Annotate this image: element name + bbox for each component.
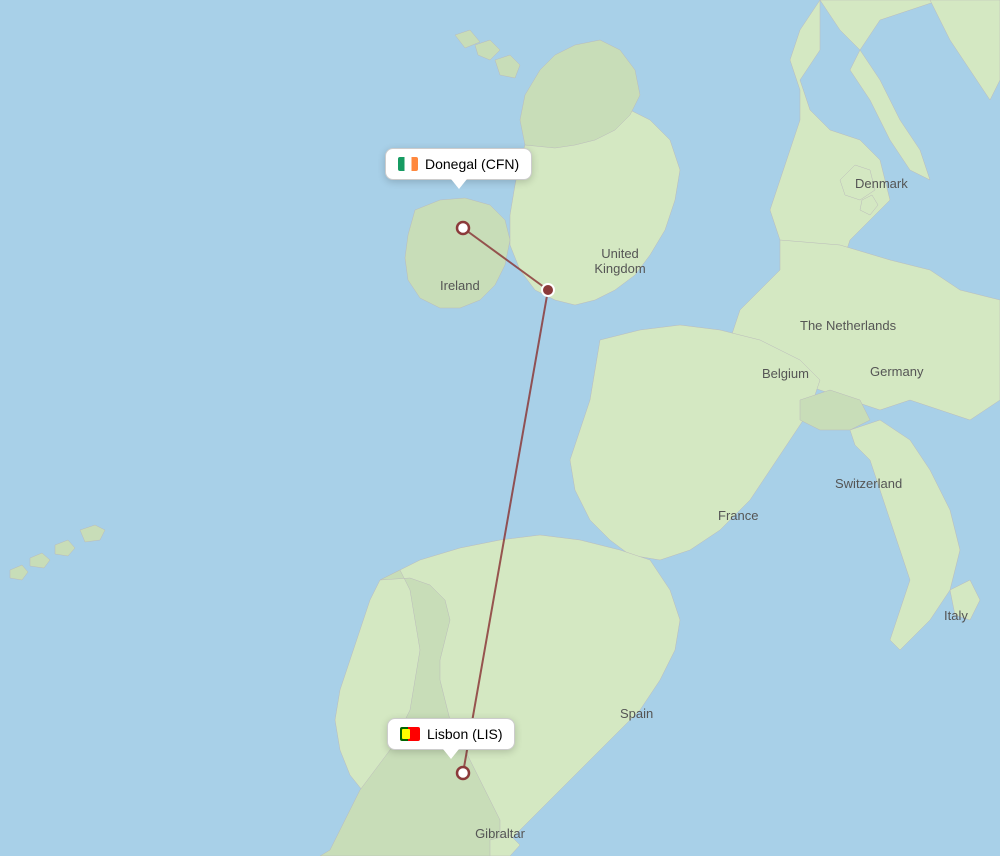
- origin-dot: [457, 222, 469, 234]
- map-container: Ireland United Kingdom Denmark The Nethe…: [0, 0, 1000, 856]
- label-ireland: Ireland: [440, 278, 480, 293]
- destination-tooltip: Lisbon (LIS): [387, 718, 515, 750]
- destination-dot: [457, 767, 469, 779]
- intermediate-point: [542, 284, 554, 296]
- label-italy: Italy: [944, 608, 968, 623]
- label-france: France: [718, 508, 758, 523]
- label-germany: Germany: [870, 364, 924, 379]
- label-switzerland: Switzerland: [835, 476, 902, 491]
- portugal-flag: [400, 727, 420, 741]
- label-denmark: Denmark: [855, 176, 908, 191]
- origin-label: Donegal (CFN): [425, 156, 519, 172]
- label-belgium: Belgium: [762, 366, 809, 381]
- ireland-flag: [398, 157, 418, 171]
- label-gibraltar: Gibraltar: [475, 826, 526, 841]
- label-uk2: Kingdom: [594, 261, 645, 276]
- destination-label: Lisbon (LIS): [427, 726, 502, 742]
- origin-tooltip: Donegal (CFN): [385, 148, 532, 180]
- label-spain: Spain: [620, 706, 653, 721]
- label-netherlands: The Netherlands: [800, 318, 897, 333]
- label-uk: United: [601, 246, 639, 261]
